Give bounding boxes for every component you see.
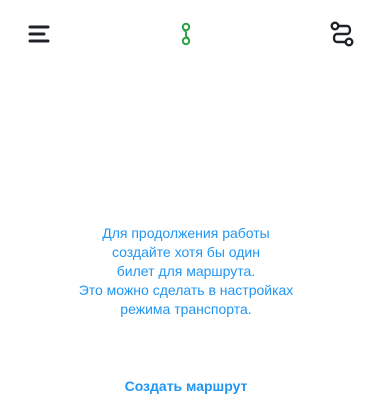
create-route-button[interactable]: Создать маршрут <box>86 370 286 402</box>
menu-icon <box>28 25 50 43</box>
top-app-bar <box>0 0 372 64</box>
empty-state-line: Это можно сделать в настройках <box>78 282 294 298</box>
empty-state-line: создайте хотя бы один <box>112 244 260 260</box>
menu-button[interactable] <box>24 20 56 48</box>
empty-state-message: Для продолжения работы создайте хотя бы … <box>36 224 336 319</box>
route-indicator <box>170 20 202 48</box>
empty-state-line: Для продолжения работы <box>102 225 270 241</box>
routes-button[interactable] <box>326 18 358 50</box>
route-path-icon <box>181 22 191 46</box>
empty-state-line: режима транспорта. <box>120 301 252 317</box>
route-icon <box>330 21 354 47</box>
empty-state-line: билет для маршрута. <box>116 263 256 279</box>
